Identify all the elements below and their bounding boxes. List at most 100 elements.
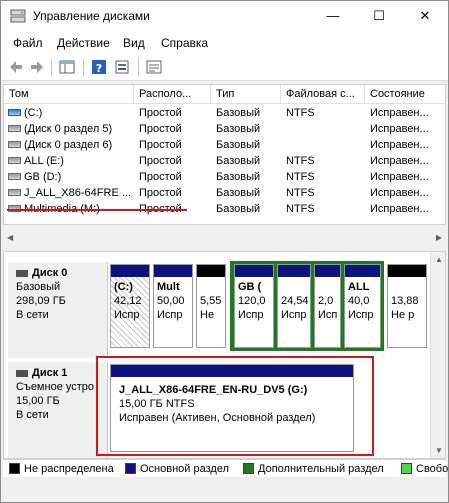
disk-management-window: Управление дисками — ☐ ✕ Файл Действие В… <box>0 0 449 503</box>
volume-filesystem: NTFS <box>286 203 315 215</box>
disk1-label[interactable]: Диск 1 Съемное устро 15,00 ГБ В сети <box>8 362 108 458</box>
maximize-button[interactable]: ☐ <box>356 1 402 32</box>
toolbar-separator <box>83 58 84 76</box>
partition-size: 40,0 <box>348 295 370 307</box>
disk0-label[interactable]: Диск 0 Базовый 298,09 ГБ В сети <box>8 262 108 358</box>
partition-size: 2,0 <box>318 295 334 307</box>
partition-multimedia[interactable]: Mult 50,00 Испр <box>153 264 193 348</box>
partition-c[interactable]: (C:) 42,12 Испр <box>110 264 150 348</box>
disk0-name: Диск 0 <box>32 267 68 279</box>
column-header-type[interactable]: Тип <box>211 85 281 104</box>
column-header-layout[interactable]: Располо... <box>134 85 211 104</box>
volume-type: Базовый <box>216 139 261 151</box>
partition-size: 120,0 <box>238 295 266 307</box>
volume-name: (Диск 0 раздел 5) <box>24 123 113 135</box>
menu-view[interactable]: Вид <box>123 36 145 50</box>
properties-icon[interactable] <box>113 58 131 76</box>
partition-usb[interactable]: J_ALL_X86-64FRE_EN-RU_DV5 (G:) 15,00 ГБ N… <box>110 364 354 452</box>
menu-bar: Файл Действие Вид Справка <box>1 32 448 54</box>
partition-unallocated-2[interactable]: 13,88 Не р <box>387 264 427 348</box>
volume-layout: Простой <box>139 171 182 183</box>
partition-logical-2[interactable]: 2,0 Исп <box>314 264 341 348</box>
partition-status: Не р <box>391 309 415 321</box>
partition-all[interactable]: ALL 40,0 Испр <box>344 264 381 348</box>
volume-row[interactable]: (Диск 0 раздел 5) Простой Базовый Исправ… <box>4 121 445 137</box>
scroll-down-icon[interactable]: ▼ <box>435 446 443 455</box>
drive-icon <box>8 188 21 196</box>
menu-action[interactable]: Действие <box>57 36 110 50</box>
partition-size: 24,54 <box>281 295 309 307</box>
volume-type: Базовый <box>216 203 261 215</box>
disk-icon <box>16 369 28 377</box>
partition-title: J_ALL_X86-64FRE_EN-RU_DV5 (G:) <box>119 384 308 396</box>
partition-size: 15,00 ГБ NTFS <box>119 398 195 410</box>
system-drive-icon <box>8 108 21 116</box>
forward-arrow-icon[interactable] <box>28 58 46 76</box>
toolbar: ? <box>1 54 448 81</box>
partition-size: 50,00 <box>157 295 185 307</box>
partition-size: 5,55 <box>200 295 222 307</box>
partition-gb[interactable]: GB (120,0 Испр <box>234 264 274 348</box>
drive-icon <box>8 172 21 180</box>
minimize-button[interactable]: — <box>310 1 356 32</box>
scroll-left-icon[interactable]: ◀ <box>7 233 13 242</box>
menu-help[interactable]: Справка <box>161 36 208 50</box>
drive-icon <box>8 140 21 148</box>
volume-row[interactable]: (C:) Простой Базовый NTFS Исправен... <box>4 105 445 121</box>
partition-logical-1[interactable]: 24,54 Испр <box>277 264 311 348</box>
column-header-volume[interactable]: Том <box>4 85 134 104</box>
close-button[interactable]: ✕ <box>402 1 448 32</box>
volume-row[interactable]: J_ALL_X86-64FRE ... Простой Базовый NTFS… <box>4 185 445 201</box>
help-icon[interactable]: ? <box>90 58 108 76</box>
volume-filesystem: NTFS <box>286 171 315 183</box>
partition-status: Испр <box>238 309 264 321</box>
drive-icon <box>8 124 21 132</box>
volume-type: Базовый <box>216 187 261 199</box>
vertical-scrollbar[interactable]: ▲ ▼ <box>430 252 445 458</box>
volume-type: Базовый <box>216 155 261 167</box>
toolbar-separator <box>138 58 139 76</box>
legend-free: Свобо <box>401 463 448 475</box>
volume-status: Исправен... <box>370 107 429 119</box>
column-header-status[interactable]: Состояние <box>365 85 445 104</box>
volume-name: (C:) <box>24 107 43 119</box>
toolbar-separator <box>51 58 52 76</box>
volume-layout: Простой <box>139 139 182 151</box>
disk0-type: Базовый <box>16 281 61 293</box>
volume-row[interactable]: ALL (E:) Простой Базовый NTFS Исправен..… <box>4 153 445 169</box>
volume-filesystem: NTFS <box>286 155 315 167</box>
volume-name: (Диск 0 раздел 6) <box>24 139 113 151</box>
legend-swatch <box>401 463 412 474</box>
console-tree-icon[interactable] <box>58 58 76 76</box>
disk1-size: 15,00 ГБ <box>16 395 60 407</box>
legend: Не распределена Основной раздел Дополнит… <box>3 459 448 477</box>
volume-list-header: Том Располо... Тип Файловая с... Состоян… <box>4 85 445 104</box>
partition-title: Mult <box>157 281 180 293</box>
partition-size: 42,12 <box>114 295 142 307</box>
horizontal-scrollbar[interactable]: ◀ ▶ <box>3 231 446 245</box>
disk1-state: В сети <box>16 409 49 421</box>
partition-status: Испр <box>157 309 183 321</box>
partition-status: Испр <box>114 309 140 321</box>
legend-primary: Основной раздел <box>125 463 229 475</box>
column-header-filesystem[interactable]: Файловая с... <box>281 85 365 104</box>
disk0-size: 298,09 ГБ <box>16 295 66 307</box>
partition-status: Испр <box>348 309 374 321</box>
legend-unallocated: Не распределена <box>9 463 114 475</box>
back-arrow-icon[interactable] <box>7 58 25 76</box>
volume-status: Исправен... <box>370 155 429 167</box>
legend-extended: Дополнительный раздел <box>243 463 384 475</box>
volume-row[interactable]: (Диск 0 раздел 6) Простой Базовый Исправ… <box>4 137 445 153</box>
scroll-up-icon[interactable]: ▲ <box>435 255 443 264</box>
partition-unallocated[interactable]: 5,55 Не <box>196 264 226 348</box>
volume-layout: Простой <box>139 107 182 119</box>
partition-title: ALL <box>348 281 370 293</box>
partition-status: Испр <box>281 309 307 321</box>
drive-icon <box>8 156 21 164</box>
partition-size: 13,88 <box>391 295 419 307</box>
disk1-type: Съемное устро <box>16 381 95 393</box>
view-list-icon[interactable] <box>145 58 163 76</box>
menu-file[interactable]: Файл <box>13 36 43 50</box>
scroll-right-icon[interactable]: ▶ <box>436 233 442 242</box>
volume-row[interactable]: GB (D:) Простой Базовый NTFS Исправен... <box>4 169 445 185</box>
